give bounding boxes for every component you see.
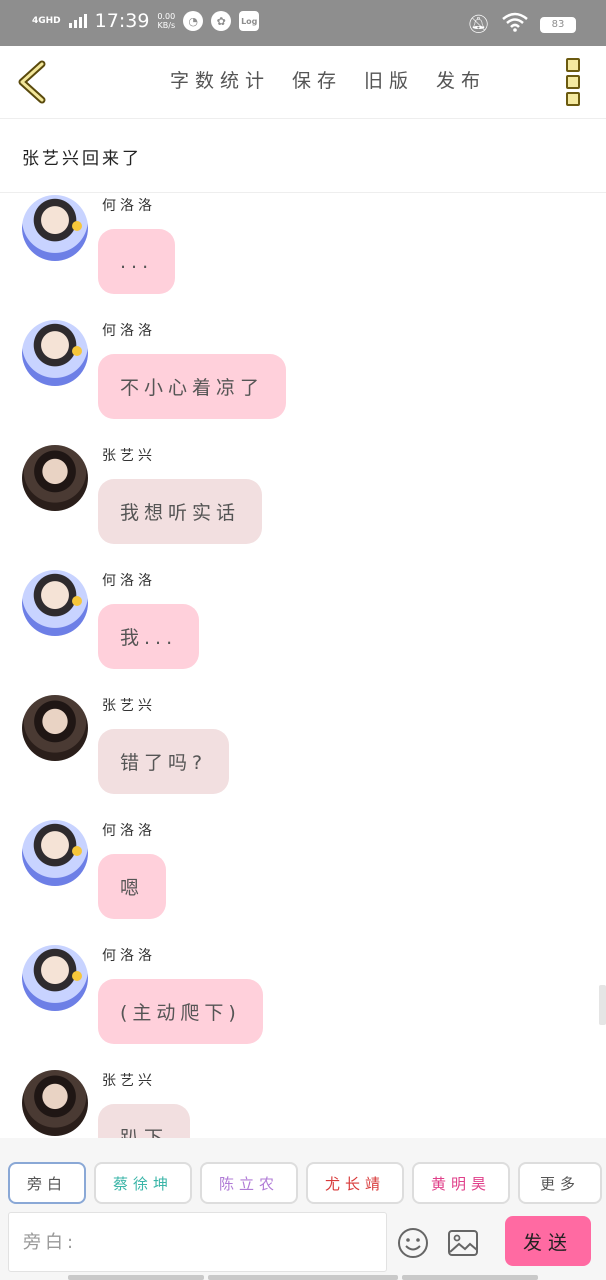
bell-muted-icon: 🔕︎	[467, 14, 490, 35]
smiley-icon	[398, 1228, 428, 1258]
emoji-sticker-icon	[72, 221, 82, 231]
message-item[interactable]: 何洛洛 我...	[0, 568, 606, 693]
role-narration[interactable]: 旁白	[8, 1162, 86, 1204]
sender-name: 张艺兴	[102, 448, 156, 464]
message-item[interactable]: 何洛洛 ...	[0, 193, 606, 318]
story-title[interactable]: 张艺兴回来了	[22, 144, 142, 169]
role-huang-minghao[interactable]: 黄明昊	[412, 1162, 510, 1204]
status-bar: 4GHD 17:39 0.00 KB/s ◔ ✿ Log 🔕︎ 83	[0, 0, 606, 46]
network-indicator: 4GHD	[32, 15, 61, 26]
old-version-button[interactable]: 旧版	[364, 66, 414, 93]
avatar[interactable]	[22, 695, 88, 761]
emoji-sticker-icon	[72, 971, 82, 981]
status-right: 🔕︎ 83	[467, 12, 576, 37]
message-input[interactable]	[9, 1213, 386, 1271]
wechat-icon: ✿	[211, 11, 232, 31]
message-bubble[interactable]: 错了吗?	[98, 729, 230, 794]
signal-icon	[68, 14, 87, 28]
network-speed: 0.00 KB/s	[157, 12, 175, 30]
sender-name: 何洛洛	[102, 948, 156, 964]
emoji-button[interactable]	[397, 1227, 429, 1259]
battery-icon: 83	[540, 16, 576, 33]
message-bubble[interactable]: 趴下	[98, 1104, 191, 1138]
speedometer-icon: ◔	[183, 11, 204, 31]
image-icon	[448, 1230, 478, 1256]
role-more[interactable]: 更多	[518, 1162, 602, 1204]
sender-name: 何洛洛	[102, 198, 156, 214]
emoji-sticker-icon	[72, 846, 82, 856]
sender-name: 张艺兴	[102, 698, 156, 714]
message-item[interactable]: 何洛洛 嗯	[0, 818, 606, 943]
send-button[interactable]: 发送	[505, 1216, 591, 1266]
more-options-icon[interactable]	[566, 58, 580, 106]
message-bubble[interactable]: (主动爬下)	[98, 979, 263, 1044]
message-bubble[interactable]: ...	[98, 229, 176, 294]
avatar[interactable]	[22, 320, 88, 386]
message-bubble[interactable]: 不小心着凉了	[98, 354, 287, 419]
toolbar-actions: 字数统计 保存 旧版 发布	[170, 66, 508, 93]
chevron-left-icon	[18, 60, 46, 104]
role-selector: 旁白 蔡徐坤 陈立农 尤长靖 黄明昊 更多	[8, 1162, 602, 1204]
message-bubble[interactable]: 嗯	[98, 854, 167, 919]
speed-value: 0.00	[157, 12, 176, 21]
role-chen-linong[interactable]: 陈立农	[200, 1162, 298, 1204]
publish-button[interactable]: 发布	[436, 66, 486, 93]
avatar[interactable]	[22, 570, 88, 636]
avatar[interactable]	[22, 195, 88, 261]
avatar[interactable]	[22, 820, 88, 886]
message-item[interactable]: 张艺兴 我想听实话	[0, 443, 606, 568]
message-item[interactable]: 张艺兴 趴下	[0, 1068, 606, 1138]
nav-bar-segment	[208, 1275, 398, 1280]
sender-name: 何洛洛	[102, 323, 156, 339]
emoji-sticker-icon	[72, 346, 82, 356]
nav-bar-segment	[68, 1275, 204, 1280]
sender-name: 何洛洛	[102, 823, 156, 839]
composer: 旁白 蔡徐坤 陈立农 尤长靖 黄明昊 更多 发送	[0, 1138, 606, 1280]
scrollbar[interactable]	[599, 985, 606, 1025]
back-button[interactable]	[14, 60, 50, 104]
nav-bar-segment	[402, 1275, 538, 1280]
log-app-icon: Log	[239, 11, 260, 31]
message-item[interactable]: 何洛洛 (主动爬下)	[0, 943, 606, 1068]
message-bubble[interactable]: 我...	[98, 604, 200, 669]
speed-unit: KB/s	[157, 21, 176, 30]
role-cai-xukun[interactable]: 蔡徐坤	[94, 1162, 192, 1204]
message-item[interactable]: 张艺兴 错了吗?	[0, 693, 606, 818]
word-count-button[interactable]: 字数统计	[170, 66, 270, 93]
avatar[interactable]	[22, 1070, 88, 1136]
avatar[interactable]	[22, 445, 88, 511]
chat-list[interactable]: 何洛洛 ... 何洛洛 不小心着凉了 张艺兴 我想听实话 何洛洛 我... 张艺…	[0, 193, 606, 1138]
top-toolbar: 字数统计 保存 旧版 发布	[0, 46, 606, 119]
sender-name: 何洛洛	[102, 573, 156, 589]
message-item[interactable]: 何洛洛 不小心着凉了	[0, 318, 606, 443]
emoji-sticker-icon	[72, 596, 82, 606]
status-left: 4GHD 17:39 0.00 KB/s ◔ ✿ Log	[32, 10, 260, 32]
wifi-icon	[502, 12, 528, 37]
clock: 17:39	[94, 10, 150, 32]
image-button[interactable]	[447, 1228, 479, 1258]
story-title-bar: 张艺兴回来了	[0, 118, 606, 193]
message-input-box	[8, 1212, 387, 1272]
sender-name: 张艺兴	[102, 1073, 156, 1089]
avatar[interactable]	[22, 945, 88, 1011]
save-button[interactable]: 保存	[292, 66, 342, 93]
message-bubble[interactable]: 我想听实话	[98, 479, 263, 544]
role-you-zhangjing[interactable]: 尤长靖	[306, 1162, 404, 1204]
